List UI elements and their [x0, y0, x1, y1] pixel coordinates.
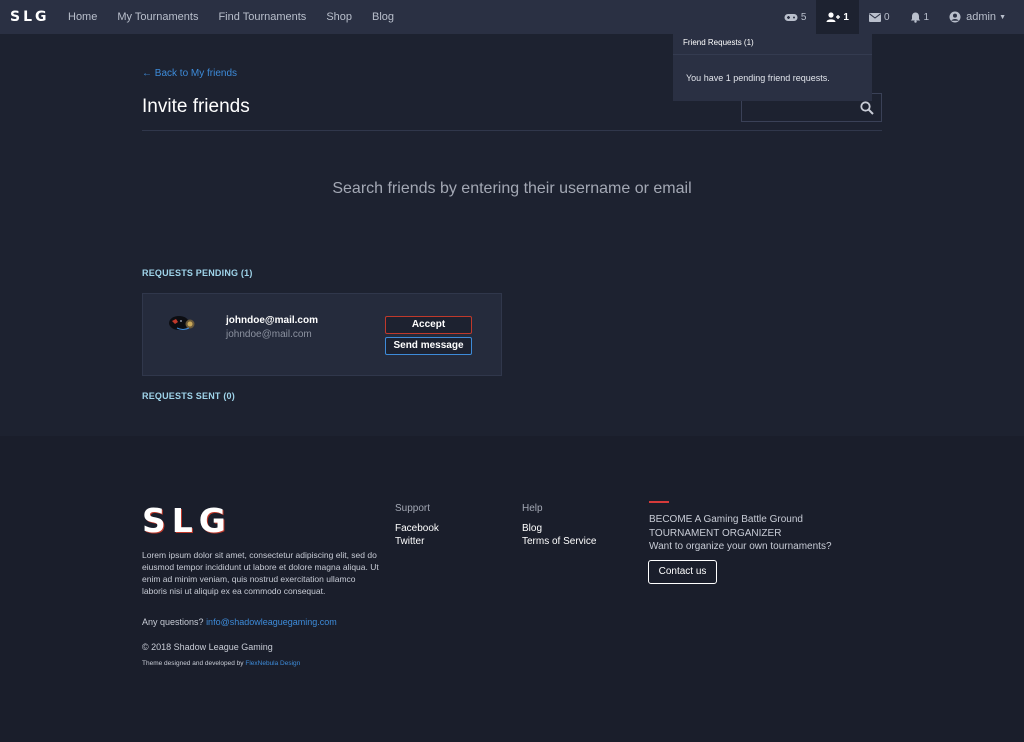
organizer-line-1: BECOME A Gaming Battle Ground [649, 514, 803, 525]
games-count: 5 [800, 11, 807, 23]
messages-counter[interactable]: 0 [859, 0, 900, 34]
dropdown-message[interactable]: You have 1 pending friend requests. [673, 55, 872, 101]
nav-links: Home My Tournaments Find Tournaments Sho… [68, 11, 414, 23]
footer-questions: Any questions? info@shadowleaguegaming.c… [142, 617, 337, 627]
user-circle-icon [949, 11, 961, 23]
credit-label: Theme designed and developed by [142, 660, 244, 667]
bell-icon [910, 12, 920, 23]
organizer-line-3: Want to organize your own tournaments? [649, 541, 832, 552]
notifications-counter[interactable]: 1 [900, 0, 940, 34]
accent-bar [649, 501, 669, 503]
footer: SLG SLG Lorem ipsum dolor sit amet, cons… [0, 436, 1024, 742]
accept-button[interactable]: Accept [385, 316, 472, 334]
request-name[interactable]: johndoe@mail.com [226, 315, 318, 326]
twitter-link[interactable]: Twitter [395, 536, 424, 547]
help-title: Help [522, 503, 543, 514]
nav-link-blog[interactable]: Blog [372, 11, 394, 23]
add-user-icon [826, 12, 841, 22]
user-name: admin [966, 11, 997, 23]
requests-pending-title: REQUESTS PENDING (1) [142, 268, 253, 278]
footer-blog-link[interactable]: Blog [522, 523, 542, 534]
search-hint: Search friends by entering their usernam… [332, 180, 692, 197]
nav-link-shop[interactable]: Shop [326, 11, 352, 23]
request-card: johndoe@mail.com johndoe@mail.com Accept… [142, 293, 502, 376]
user-menu[interactable]: admin ▼ [939, 0, 1024, 34]
brand-logo[interactable]: SLG [10, 9, 50, 25]
nav-link-find-tournaments[interactable]: Find Tournaments [218, 11, 306, 23]
games-counter[interactable]: 5 [774, 0, 817, 34]
requests-sent-title: REQUESTS SENT (0) [142, 391, 235, 401]
organizer-line-2: TOURNAMENT ORGANIZER [649, 527, 782, 539]
terms-link[interactable]: Terms of Service [522, 536, 596, 547]
page-title: Invite friends [142, 96, 250, 117]
facebook-link[interactable]: Facebook [395, 523, 439, 534]
friend-requests-counter[interactable]: 1 [816, 0, 859, 34]
footer-logo[interactable]: SLG SLG [142, 504, 242, 538]
send-message-button[interactable]: Send message [385, 337, 472, 355]
envelope-icon [868, 12, 881, 22]
notifications-count: 1 [923, 11, 930, 23]
footer-logo-text: SLG [142, 504, 232, 538]
theme-credit: Theme designed and developed by FlexNebu… [142, 660, 300, 667]
chevron-down-icon: ▼ [999, 13, 1006, 21]
back-to-friends-link[interactable]: ← Back to My friends [142, 68, 237, 79]
gamepad-icon [784, 13, 798, 21]
support-title: Support [395, 503, 431, 514]
contact-us-button[interactable]: Contact us [648, 560, 717, 584]
contact-email-link[interactable]: info@shadowleaguegaming.com [206, 617, 337, 627]
friend-requests-dropdown: Friend Requests (1) You have 1 pending f… [673, 34, 872, 101]
nav-link-home[interactable]: Home [68, 11, 97, 23]
footer-about: Lorem ipsum dolor sit amet, consectetur … [142, 550, 379, 596]
dropdown-title: Friend Requests (1) [673, 34, 872, 55]
title-divider [142, 130, 882, 131]
credit-link[interactable]: FlexNebula Design [245, 660, 300, 667]
messages-count: 0 [883, 11, 890, 23]
questions-label: Any questions? [142, 617, 204, 627]
top-navbar: SLG Home My Tournaments Find Tournaments… [0, 0, 1024, 34]
nav-right: 5 1 0 1 admin ▼ [774, 0, 1024, 34]
organizer-text: BECOME A Gaming Battle Ground TOURNAMENT… [649, 513, 849, 554]
nav-link-my-tournaments[interactable]: My Tournaments [117, 11, 198, 23]
copyright: © 2018 Shadow League Gaming [142, 642, 273, 652]
search-icon[interactable] [860, 101, 874, 115]
avatar[interactable] [167, 314, 197, 332]
friend-requests-count: 1 [843, 11, 849, 23]
request-email: johndoe@mail.com [226, 329, 312, 340]
